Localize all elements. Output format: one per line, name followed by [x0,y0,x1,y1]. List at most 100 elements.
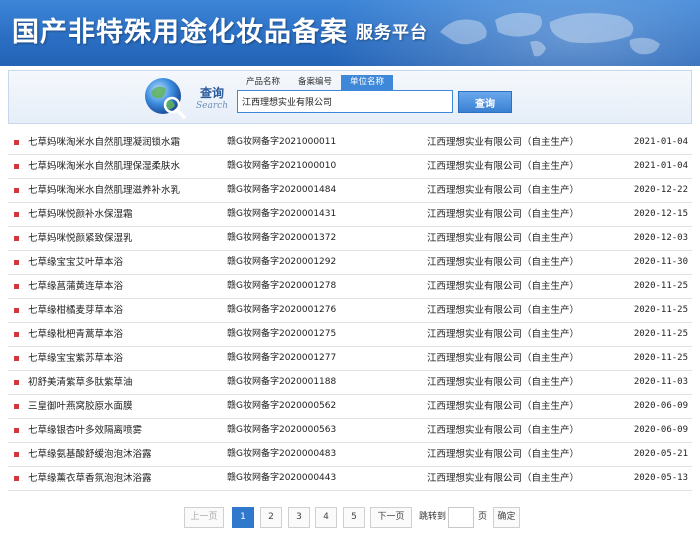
company-name: 江西理想实业有限公司（自主生产） [427,257,580,268]
result-row: 七草妈咪淘米水自然肌理保湿柔肤水 赣G妆网备字2021000010 江西理想实业有限… [8,155,692,179]
company-name: 江西理想实业有限公司（自主生产） [427,161,580,172]
company-name: 江西理想实业有限公司（自主生产） [427,377,580,388]
jump-label: 跳转到 [419,512,447,522]
record-number: 赣G妆网备字2020000562 [227,401,337,411]
product-name-link[interactable]: 七草缘宝宝紫苏草本浴 [28,347,123,370]
search-label: 查询 [200,86,225,100]
product-name-link[interactable]: 七草妈咪淘米水自然肌理保湿柔肤水 [28,155,180,178]
record-date: 2021-01-04 [633,137,688,147]
bullet-icon [14,308,19,313]
record-number: 赣G妆网备字2020001372 [227,233,337,243]
results-list: 七草妈咪淘米水自然肌理凝润锁水霜 赣G妆网备字2021000011 江西理想实业有限… [8,131,692,491]
product-name-link[interactable]: 七草缘氨基酸舒缓泡泡沐浴露 [28,443,152,466]
record-date: 2020-05-13 [633,473,688,483]
result-row: 七草缘菖蒲黄连草本浴 赣G妆网备字2020001278 江西理想实业有限公司（自主生… [8,275,692,299]
page-unit-label: 页 [478,512,488,522]
company-name: 江西理想实业有限公司（自主生产） [427,233,580,244]
result-row: 七草缘氨基酸舒缓泡泡沐浴露 赣G妆网备字2020000483 江西理想实业有限公司（… [8,443,692,467]
page-button-1[interactable]: 1 [232,507,254,528]
product-name-link[interactable]: 三皇御叶燕窝胶原水面膜 [28,395,133,418]
bullet-icon [14,284,19,289]
company-name: 江西理想实业有限公司（自主生产） [427,473,580,484]
result-row: 七草妈咪淘米水自然肌理滋养补水乳 赣G妆网备字2020001484 江西理想实业有限… [8,179,692,203]
result-row: 七草妈咪悦颜补水保湿霜 赣G妆网备字2020001431 江西理想实业有限公司（自主… [8,203,692,227]
company-name: 江西理想实业有限公司（自主生产） [427,185,580,196]
record-number: 赣G妆网备字2020001278 [227,281,337,291]
record-number: 赣G妆网备字2020001188 [227,377,337,387]
record-date: 2020-12-22 [633,185,688,195]
bullet-icon [14,164,19,169]
product-name-link[interactable]: 七草缘菖蒲黄连草本浴 [28,275,123,298]
product-name-link[interactable]: 七草妈咪悦颜紧致保湿乳 [28,227,133,250]
company-name: 江西理想实业有限公司（自主生产） [427,137,580,148]
search-input[interactable] [237,90,453,113]
record-number: 赣G妆网备字2020001484 [227,185,337,195]
result-row: 七草缘银杏叶多效隔离喷雾 赣G妆网备字2020000563 江西理想实业有限公司（自… [8,419,692,443]
result-row: 七草缘柑橘麦芽草本浴 赣G妆网备字2020001276 江西理想实业有限公司（自主生… [8,299,692,323]
next-page-button[interactable]: 下一页 [370,507,412,528]
page-subtitle: 服务平台 [356,23,428,43]
record-number: 赣G妆网备字2020001431 [227,209,337,219]
pagination: 上一页 1 2 3 4 5 下一页 跳转到 页 确定 [0,507,700,529]
product-name-link[interactable]: 七草缘柑橘麦芽草本浴 [28,299,123,322]
record-number: 赣G妆网备字2020000563 [227,425,337,435]
result-row: 初舒美清紫草多肽紫草油 赣G妆网备字2020001188 江西理想实业有限公司（自主… [8,371,692,395]
product-name-link[interactable]: 初舒美清紫草多肽紫草油 [28,371,133,394]
page-button-5[interactable]: 5 [343,507,365,528]
page-button-4[interactable]: 4 [315,507,337,528]
result-row: 七草妈咪悦颜紧致保湿乳 赣G妆网备字2020001372 江西理想实业有限公司（自主… [8,227,692,251]
bullet-icon [14,260,19,265]
result-row: 七草缘薰衣草香氛泡泡沐浴露 赣G妆网备字2020000443 江西理想实业有限公司（… [8,467,692,491]
record-number: 赣G妆网备字2021000010 [227,161,337,171]
page-button-2[interactable]: 2 [260,507,282,528]
record-number: 赣G妆网备字2021000011 [227,137,337,147]
search-button[interactable]: 查询 [458,91,512,113]
search-tabs: 产品名称 备案编号 单位名称 [237,75,393,90]
bullet-icon [14,476,19,481]
page-button-3[interactable]: 3 [288,507,310,528]
product-name-link[interactable]: 七草缘薰衣草香氛泡泡沐浴露 [28,467,152,490]
product-name-link[interactable]: 七草缘宝宝艾叶草本浴 [28,251,123,274]
company-name: 江西理想实业有限公司（自主生产） [427,449,580,460]
bullet-icon [14,356,19,361]
world-map-decoration [440,12,660,57]
record-number: 赣G妆网备字2020000443 [227,473,337,483]
record-date: 2020-12-03 [633,233,688,243]
product-name-link[interactable]: 七草妈咪淘米水自然肌理滋养补水乳 [28,179,180,202]
record-date: 2020-11-03 [633,377,688,387]
record-date: 2020-05-21 [633,449,688,459]
jump-page-input[interactable] [448,507,474,528]
result-row: 七草妈咪淘米水自然肌理凝润锁水霜 赣G妆网备字2021000011 江西理想实业有限… [8,131,692,155]
page-title: 国产非特殊用途化妆品备案 [12,17,348,48]
prev-page-button[interactable]: 上一页 [184,507,224,528]
product-name-link[interactable]: 七草缘枇杷青蒿草本浴 [28,323,123,346]
result-row: 三皇御叶燕窝胶原水面膜 赣G妆网备字2020000562 江西理想实业有限公司（自主… [8,395,692,419]
tab-record-number[interactable]: 备案编号 [289,75,341,90]
header-banner: 国产非特殊用途化妆品备案 服务平台 [0,0,700,66]
result-row: 七草缘宝宝艾叶草本浴 赣G妆网备字2020001292 江西理想实业有限公司（自主生… [8,251,692,275]
record-number: 赣G妆网备字2020001292 [227,257,337,267]
record-number: 赣G妆网备字2020001277 [227,353,337,363]
search-label-en: Search [196,101,228,111]
product-name-link[interactable]: 七草缘银杏叶多效隔离喷雾 [28,419,142,442]
company-name: 江西理想实业有限公司（自主生产） [427,209,580,220]
company-name: 江西理想实业有限公司（自主生产） [427,281,580,292]
record-date: 2020-11-25 [633,281,688,291]
jump-confirm-button[interactable]: 确定 [493,507,520,528]
record-date: 2020-11-25 [633,353,688,363]
company-name: 江西理想实业有限公司（自主生产） [427,353,580,364]
bullet-icon [14,236,19,241]
product-name-link[interactable]: 七草妈咪淘米水自然肌理凝润锁水霜 [28,131,180,154]
bullet-icon [14,428,19,433]
record-date: 2020-11-30 [633,257,688,267]
bullet-icon [14,452,19,457]
product-name-link[interactable]: 七草妈咪悦颜补水保湿霜 [28,203,133,226]
record-date: 2021-01-04 [633,161,688,171]
company-name: 江西理想实业有限公司（自主生产） [427,329,580,340]
result-row: 七草缘枇杷青蒿草本浴 赣G妆网备字2020001275 江西理想实业有限公司（自主生… [8,323,692,347]
tab-product-name[interactable]: 产品名称 [237,75,289,90]
tab-company-name[interactable]: 单位名称 [341,75,393,90]
bullet-icon [14,188,19,193]
record-number: 赣G妆网备字2020000483 [227,449,337,459]
record-date: 2020-12-15 [633,209,688,219]
